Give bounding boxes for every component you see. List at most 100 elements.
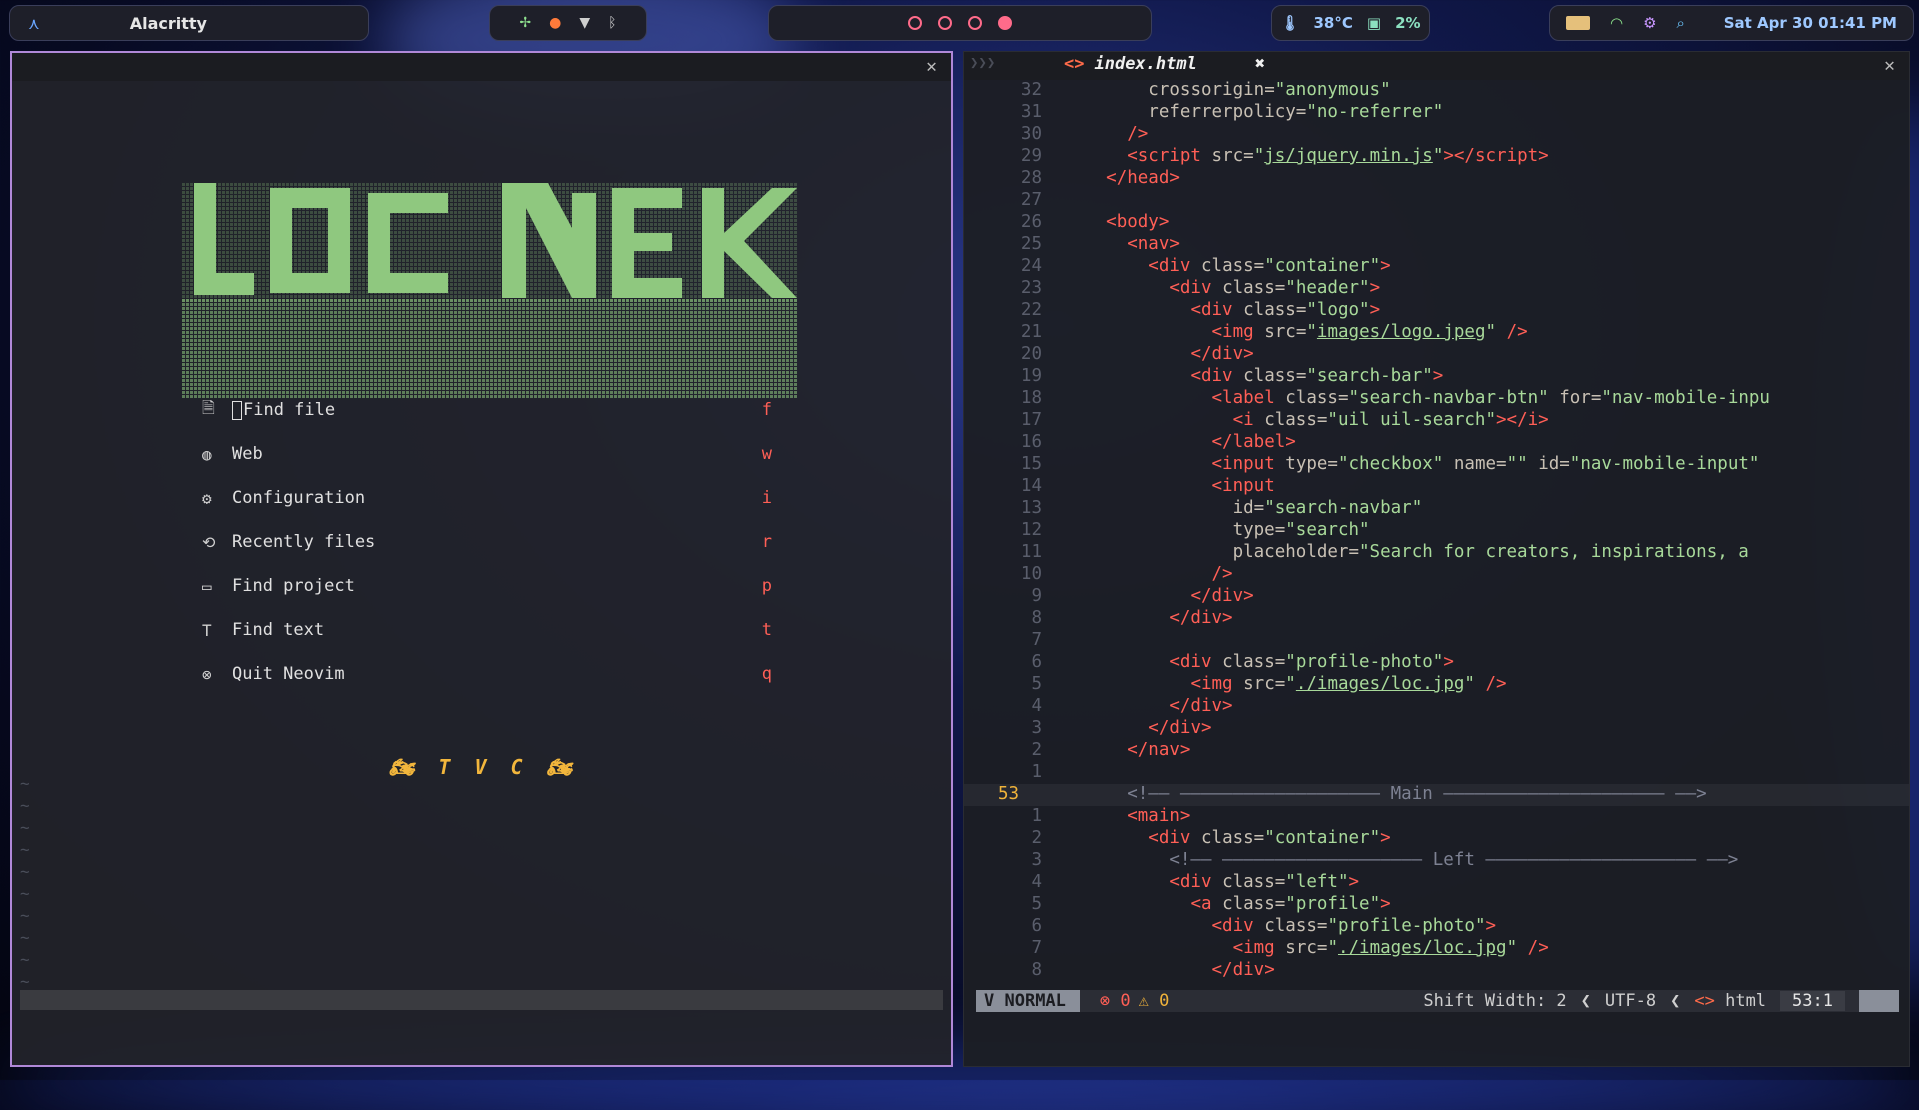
battery-icon[interactable] (1566, 16, 1590, 30)
code-line: 6 <div class="profile-photo"> (1031, 652, 1454, 672)
menu-web[interactable]: ◍ Web w (202, 432, 772, 476)
firefox-icon[interactable]: ● (549, 15, 561, 31)
menu-quit-neovim[interactable]: ⊗ Quit Neovim q (202, 652, 772, 696)
code-line: 32 crossorigin="anonymous" (1020, 80, 1391, 100)
temperature-icon: 🌡 (1280, 14, 1300, 32)
code-line: 4 </div> (1031, 696, 1233, 716)
system-tray: ✢ ● ▼ ᛒ (489, 5, 647, 41)
editor-window[interactable]: ❯❯❯ <> index.html ✖ ✕ 32 crossorigin="anon… (963, 51, 1910, 1067)
code-line: 19 <div class="search-bar"> (1020, 366, 1444, 386)
window-title-pill: ⋏ Alacritty (9, 5, 369, 41)
code-line: 26 <body> (1020, 212, 1170, 232)
menu-recently-files[interactable]: ⟲ Recently files r (202, 520, 772, 564)
wifi-icon[interactable]: ◠ (1610, 14, 1623, 32)
code-line: 1 (1031, 762, 1042, 782)
menu-key: f (761, 400, 772, 420)
html-file-icon: <> (1694, 991, 1715, 1011)
code-line: 20 </div> (1020, 344, 1254, 364)
code-line: 24 <div class="container"> (1020, 256, 1391, 276)
dashboard-window[interactable]: ✕ 🗎 Find file f ◍ Web w ⚙ Configuration … (10, 51, 953, 1067)
separator-icon: ❮ (1670, 991, 1681, 1011)
menu-find-file[interactable]: 🗎 Find file f (202, 388, 772, 432)
code-line: 28 </head> (1020, 168, 1180, 188)
folder-icon: ▭ (202, 576, 212, 596)
code-line: 10 /> (1020, 564, 1233, 584)
quit-icon: ⊗ (202, 664, 212, 684)
motorcycle-icon: 🏍 (546, 755, 579, 779)
tab-index-html[interactable]: <> index.html ✖ (1064, 54, 1265, 74)
signature: T V C (438, 755, 529, 779)
shield-icon[interactable]: ▼ (579, 15, 590, 31)
error-count[interactable]: ⊗ 0 (1100, 991, 1131, 1011)
window-title: Alacritty (129, 13, 207, 33)
code-line: 7 (1031, 630, 1042, 650)
empty-lines: ~~~~~~~~~~~ (20, 774, 30, 1013)
menu-find-text[interactable]: T Find text t (202, 608, 772, 652)
text-icon: T (202, 620, 212, 640)
workspace-4[interactable] (998, 16, 1012, 30)
tab-close-icon[interactable]: ✖ (1255, 54, 1265, 74)
code-line: 6 <div class="profile-photo"> (1031, 916, 1497, 936)
dashboard-menu: 🗎 Find file f ◍ Web w ⚙ Configuration i … (202, 388, 772, 696)
menu-key: w (761, 444, 772, 464)
close-icon[interactable]: ✕ (926, 56, 937, 77)
menu-label: Configuration (232, 488, 366, 508)
code-line: 15 <input type="checkbox" name="" id="na… (1020, 454, 1760, 474)
code-line: 2 </nav> (1031, 740, 1191, 760)
gear-icon: ⚙ (202, 488, 212, 508)
cursor (232, 400, 242, 420)
temperature: 38°C (1313, 14, 1353, 32)
code-line: 13 id="search-navbar" (1020, 498, 1423, 518)
menu-key: t (761, 620, 772, 640)
status-right: ◠ ⚙ ⌕ Sat Apr 30 01:41 PM (1549, 5, 1914, 41)
menu-key: q (761, 664, 772, 684)
menu-key: r (761, 532, 772, 552)
search-icon[interactable]: ⌕ (1677, 14, 1685, 32)
code-line: 18 <label class="search-navbar-btn" for=… (1020, 388, 1770, 408)
code-line: 31 referrerpolicy="no-referrer" (1020, 102, 1444, 122)
cursor-position: 53:1 (1780, 991, 1845, 1011)
menu-label: Find text (232, 620, 325, 640)
dashboard-tabline: ✕ (12, 53, 951, 81)
statusline-end-block (1859, 990, 1899, 1012)
code-area[interactable]: 32 crossorigin="anonymous" 31 referrerpo… (964, 80, 1909, 982)
workspace-2[interactable] (938, 16, 952, 30)
menu-key: p (761, 576, 772, 596)
html-file-icon: <> (1064, 54, 1085, 74)
code-line: 8 </div> (1031, 960, 1275, 980)
code-line: 8 </div> (1031, 608, 1233, 628)
code-line: 21 <img src="images/logo.jpeg" /> (1020, 322, 1528, 342)
encoding: UTF-8 (1604, 991, 1657, 1011)
menu-configuration[interactable]: ⚙ Configuration i (202, 476, 772, 520)
fan-icon[interactable]: ✢ (519, 15, 531, 31)
mode-indicator: V NORMAL (976, 990, 1080, 1012)
warning-count[interactable]: ⚠ 0 (1139, 991, 1170, 1011)
tab-arrows: ❯❯❯ (970, 55, 996, 71)
code-line: 25 <nav> (1020, 234, 1180, 254)
code-line-current: 53 <!—— ——————————————————— Main ———————… (964, 784, 1909, 806)
datetime: Sat Apr 30 01:41 PM (1723, 14, 1897, 32)
close-icon[interactable]: ✕ (1884, 55, 1895, 76)
menu-label: Web (232, 444, 263, 464)
menu-label: Quit Neovim (232, 664, 345, 684)
menu-label: Find project (232, 576, 355, 596)
cpu-icon: ▣ (1366, 14, 1382, 32)
code-line: 27 (1020, 190, 1042, 210)
code-line: 22 <div class="logo"> (1020, 300, 1381, 320)
system-stats: 🌡 38°C ▣ 2% (1271, 5, 1430, 41)
arch-icon[interactable]: ⋏ (28, 14, 40, 33)
code-line: 3 </div> (1031, 718, 1212, 738)
workspace-3[interactable] (968, 16, 982, 30)
separator-icon: ❮ (1580, 991, 1591, 1011)
code-line: 7 <img src="./images/loc.jpg" /> (1031, 938, 1549, 958)
settings-gear-icon[interactable]: ⚙ (1643, 14, 1656, 32)
bluetooth-icon[interactable]: ᛒ (608, 15, 616, 31)
code-line: 11 placeholder="Search for creators, ins… (1020, 542, 1749, 562)
globe-icon: ◍ (202, 444, 212, 464)
tab-filename: index.html (1094, 54, 1197, 74)
vim-icon: V (984, 991, 1005, 1011)
code-line: 23 <div class="header"> (1020, 278, 1381, 298)
menu-find-project[interactable]: ▭ Find project p (202, 564, 772, 608)
workspace-1[interactable] (908, 16, 922, 30)
code-line: 29 <script src="js/jquery.min.js"></scri… (1020, 146, 1549, 166)
